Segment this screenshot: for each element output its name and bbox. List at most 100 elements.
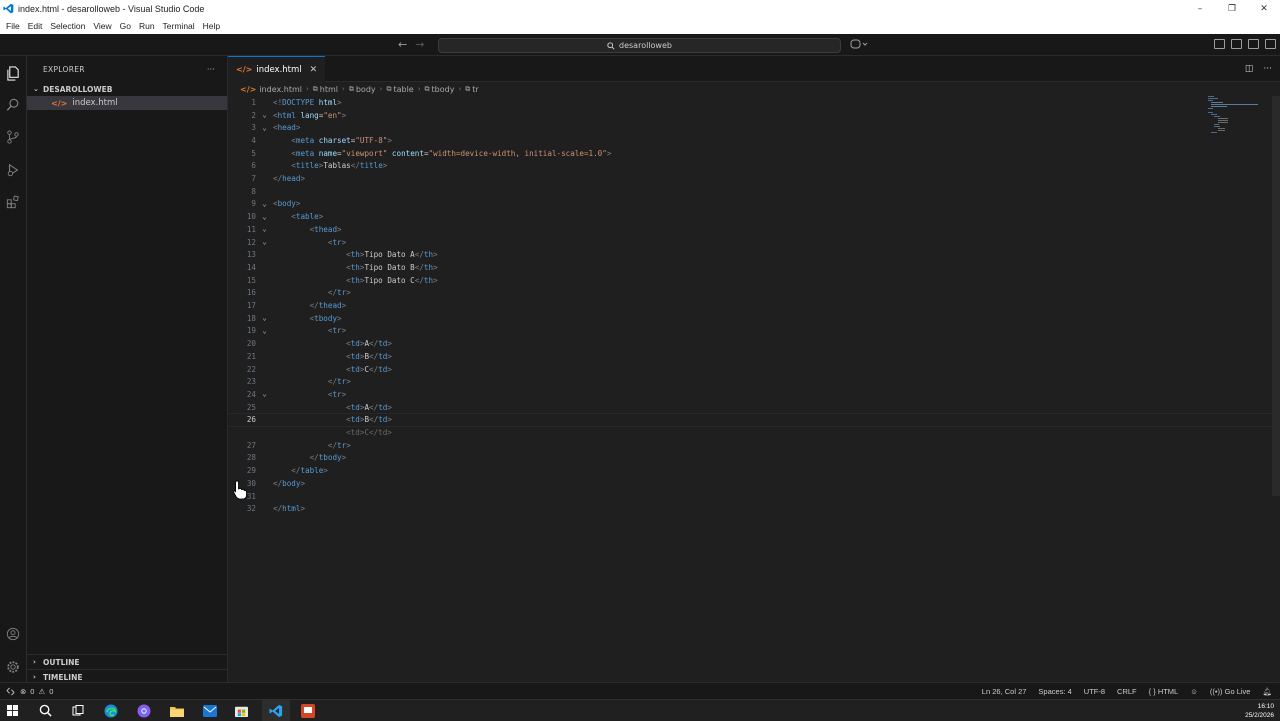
chrome-icon[interactable] — [136, 703, 151, 718]
code-line[interactable]: 24 ⌄ <tr> — [228, 388, 1280, 401]
back-button[interactable]: ← — [398, 38, 407, 51]
code-line[interactable]: 22 <td>C</td> — [228, 363, 1280, 376]
code-line[interactable]: 1 <!DOCTYPE html> — [228, 96, 1280, 109]
fold-chevron-icon[interactable]: ⌄ — [256, 111, 273, 119]
extensions-icon[interactable] — [5, 194, 21, 210]
code-line[interactable]: 15 <th>Tipo Dato C</th> — [228, 274, 1280, 287]
fold-chevron-icon[interactable]: ⌄ — [256, 238, 273, 246]
file-explorer-icon[interactable] — [169, 703, 184, 718]
search-icon[interactable] — [5, 97, 21, 113]
close-tab-icon[interactable]: ✕ — [310, 65, 318, 75]
breadcrumb-item[interactable]: table — [393, 85, 413, 94]
encoding[interactable]: UTF-8 — [1084, 687, 1105, 696]
menu-run[interactable]: Run — [135, 21, 159, 31]
code-line[interactable]: 5 <meta name="viewport" content="width=d… — [228, 147, 1280, 160]
powerpoint-icon[interactable] — [300, 703, 315, 718]
go-live-button[interactable]: ((•)) Go Live — [1210, 687, 1251, 696]
layout-panel-icon[interactable] — [1214, 39, 1225, 49]
file-item-index-html[interactable]: </> index.html — [27, 96, 227, 110]
toggle-sidebar-icon[interactable] — [1231, 39, 1242, 49]
code-line[interactable]: 30 </body> — [228, 477, 1280, 490]
menu-go[interactable]: Go — [116, 21, 135, 31]
fold-chevron-icon[interactable]: ⌄ — [256, 314, 273, 322]
code-line[interactable]: 18 ⌄ <tbody> — [228, 312, 1280, 325]
toggle-panel-icon[interactable] — [1248, 39, 1259, 49]
code-line[interactable]: 17 </thead> — [228, 299, 1280, 312]
end-of-line[interactable]: CRLF — [1117, 687, 1137, 696]
workspace-folder[interactable]: ⌄ DESAROLLOWEB — [27, 82, 227, 96]
more-actions-icon[interactable]: ··· — [207, 65, 215, 74]
code-line[interactable]: 13 <th>Tipo Dato A</th> — [228, 248, 1280, 261]
taskbar-clock[interactable]: 16:10 25/2/2026 — [1245, 702, 1274, 720]
code-line[interactable]: 28 </tbody> — [228, 452, 1280, 465]
code-line[interactable]: 29 </table> — [228, 464, 1280, 477]
breadcrumb-item[interactable]: index.html — [259, 85, 302, 94]
breadcrumb-item[interactable]: body — [356, 85, 376, 94]
tab-index-html[interactable]: </> index.html ✕ — [228, 56, 326, 82]
task-view-icon[interactable] — [70, 703, 85, 718]
editor-more-icon[interactable]: ··· — [1263, 64, 1272, 74]
code-line[interactable]: 27 </tr> — [228, 439, 1280, 452]
store-app-icon[interactable] — [234, 703, 249, 718]
breadcrumb-item[interactable]: html — [320, 85, 338, 94]
menu-terminal[interactable]: Terminal — [159, 21, 199, 31]
code-line[interactable]: 9 ⌄ <body> — [228, 198, 1280, 211]
fold-chevron-icon[interactable]: ⌄ — [256, 225, 273, 233]
code-line[interactable]: 32 </html> — [228, 502, 1280, 515]
outline-panel[interactable]: › OUTLINE — [27, 654, 227, 669]
code-line[interactable]: 2 ⌄ <html lang="en"> — [228, 109, 1280, 122]
code-line[interactable]: 8 — [228, 185, 1280, 198]
breadcrumb-item[interactable]: tbody — [432, 85, 455, 94]
edge-browser-icon[interactable] — [103, 703, 118, 718]
code-line[interactable]: 4 <meta charset="UTF-8"> — [228, 134, 1280, 147]
code-line[interactable]: 10 ⌄ <table> — [228, 210, 1280, 223]
vertical-scrollbar[interactable] — [1272, 96, 1280, 496]
windows-start-icon[interactable] — [5, 703, 20, 718]
menu-help[interactable]: Help — [199, 21, 224, 31]
code-line[interactable]: 11 ⌄ <thead> — [228, 223, 1280, 236]
code-line[interactable]: 3 ⌄ <head> — [228, 121, 1280, 134]
mail-app-icon[interactable] — [202, 703, 217, 718]
breadcrumb-item[interactable]: tr — [472, 85, 478, 94]
taskbar-search-icon[interactable] — [38, 703, 53, 718]
code-line[interactable]: 7 </head> — [228, 172, 1280, 185]
settings-gear-icon[interactable] — [5, 659, 21, 675]
fold-chevron-icon[interactable]: ⌄ — [256, 124, 273, 132]
code-line[interactable]: <td>C</td> — [228, 426, 1280, 439]
code-line[interactable]: 12 ⌄ <tr> — [228, 236, 1280, 249]
code-line[interactable]: 23 </tr> — [228, 375, 1280, 388]
account-icon[interactable] — [5, 626, 21, 642]
command-center-search[interactable]: desarolloweb — [438, 38, 841, 53]
fold-chevron-icon[interactable]: ⌄ — [256, 390, 273, 398]
code-line[interactable]: 21 <td>B</td> — [228, 350, 1280, 363]
cursor-position[interactable]: Ln 26, Col 27 — [982, 687, 1027, 696]
language-mode[interactable]: { } HTML — [1149, 687, 1179, 696]
code-line[interactable]: 25 <td>A</td> — [228, 401, 1280, 414]
menu-view[interactable]: View — [89, 21, 115, 31]
copilot-status-icon[interactable]: ☺ — [1190, 687, 1198, 696]
remote-icon[interactable] — [0, 683, 20, 700]
close-window-button[interactable]: ✕ — [1248, 0, 1280, 17]
toggle-secondary-sidebar-icon[interactable] — [1265, 39, 1276, 49]
menu-edit[interactable]: Edit — [24, 21, 47, 31]
fold-chevron-icon[interactable]: ⌄ — [256, 213, 273, 221]
forward-button[interactable]: → — [415, 38, 424, 51]
code-line[interactable]: 20 <td>A</td> — [228, 337, 1280, 350]
fold-chevron-icon[interactable]: ⌄ — [256, 200, 273, 208]
menu-file[interactable]: File — [2, 21, 24, 31]
indentation[interactable]: Spaces: 4 — [1038, 687, 1071, 696]
source-control-icon[interactable] — [5, 129, 21, 145]
code-line[interactable]: 26 <td>B</td> — [227, 412, 1280, 428]
minimize-button[interactable]: – — [1184, 0, 1216, 17]
minimap[interactable] — [1208, 96, 1259, 146]
split-editor-icon[interactable]: ◫ — [1245, 64, 1254, 74]
fold-chevron-icon[interactable]: ⌄ — [256, 327, 273, 335]
code-line[interactable]: 14 <th>Tipo Dato B</th> — [228, 261, 1280, 274]
run-debug-icon[interactable] — [5, 162, 21, 178]
problems-indicator[interactable]: ⊗ 0 ⚠ 0 — [20, 687, 53, 696]
code-line[interactable]: 6 <title>Tablas</title> — [228, 160, 1280, 173]
explorer-icon[interactable] — [5, 65, 21, 81]
menu-selection[interactable]: Selection — [46, 21, 89, 31]
copilot-icon[interactable] — [850, 39, 868, 52]
code-line[interactable]: 19 ⌄ <tr> — [228, 325, 1280, 338]
